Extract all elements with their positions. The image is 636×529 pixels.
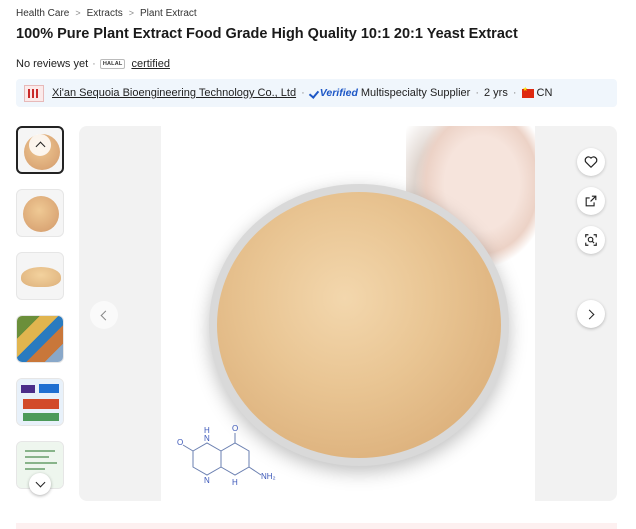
supplier-country: CN [536, 87, 553, 99]
powder-pile-image [21, 267, 61, 287]
reviews-text: No reviews yet [16, 58, 89, 70]
china-flag-icon [521, 86, 534, 98]
breadcrumb-separator: > [75, 8, 81, 18]
powder-dish-image [23, 196, 59, 232]
shipping-image [17, 379, 63, 425]
bottom-banner [16, 523, 617, 529]
application-collage-image [17, 316, 63, 362]
supplier-type: Multispecialty Supplier [360, 87, 471, 99]
supplier-bar: Xi'an Sequoia Bioengineering Technology … [16, 79, 617, 107]
atom-h1: H [204, 426, 210, 435]
image-search-button[interactable] [577, 226, 605, 254]
supplier-years: 2 yrs [483, 87, 508, 99]
atom-nh2: NH₂ [261, 472, 276, 481]
separator-dot: · [301, 87, 305, 99]
atom-h2: H [232, 478, 238, 487]
main-product-image: O O N N H H NH₂ [161, 126, 535, 501]
thumbnail-5[interactable] [16, 378, 64, 426]
product-title: 100% Pure Plant Extract Food Grade High … [16, 26, 518, 42]
separator-dot: · [92, 58, 96, 70]
thumbnail-2[interactable] [16, 189, 64, 237]
breadcrumb: Health Care > Extracts > Plant Extract [16, 6, 197, 20]
molecule-structure-icon: O O N N H H NH₂ [177, 424, 276, 487]
chevron-down-icon [35, 477, 45, 488]
yeast-powder [217, 192, 501, 458]
favorite-button[interactable] [577, 148, 605, 176]
halal-badge: HALAL [99, 59, 126, 69]
breadcrumb-plant-extract[interactable]: Plant Extract [140, 8, 197, 19]
product-gallery: O O N N H H NH₂ [79, 126, 617, 501]
thumbnail-scroll-down-button[interactable] [29, 473, 51, 495]
supplier-logo-icon [24, 84, 44, 102]
atom-n2: N [204, 476, 210, 485]
breadcrumb-health-care[interactable]: Health Care [16, 8, 69, 19]
certified-link[interactable]: certified [131, 58, 170, 70]
verified-badge: Verified [310, 87, 358, 99]
atom-o2: O [232, 424, 238, 433]
supplier-name-link[interactable]: Xi'an Sequoia Bioengineering Technology … [52, 87, 296, 99]
share-icon [585, 195, 597, 207]
chevron-right-icon [584, 309, 595, 319]
separator-dot: · [512, 87, 517, 99]
separator-dot: · [475, 87, 479, 99]
share-button[interactable] [577, 187, 605, 215]
image-search-icon [585, 234, 597, 246]
next-image-button[interactable] [577, 300, 605, 328]
verified-label: Verified [319, 87, 358, 99]
thumbnail-4[interactable] [16, 315, 64, 363]
atom-o1: O [177, 438, 183, 447]
breadcrumb-separator: > [128, 8, 135, 18]
verified-check-icon [310, 89, 319, 98]
chevron-up-icon [35, 141, 45, 152]
thumbnail-3[interactable] [16, 252, 64, 300]
chevron-left-icon [100, 310, 111, 320]
review-summary: No reviews yet · HALAL certified [16, 57, 170, 71]
heart-icon [584, 156, 598, 168]
thumbnail-scroll-up-button[interactable] [29, 134, 51, 156]
previous-image-button[interactable] [90, 301, 118, 329]
breadcrumb-extracts[interactable]: Extracts [87, 8, 123, 19]
atom-n1: N [204, 434, 210, 443]
